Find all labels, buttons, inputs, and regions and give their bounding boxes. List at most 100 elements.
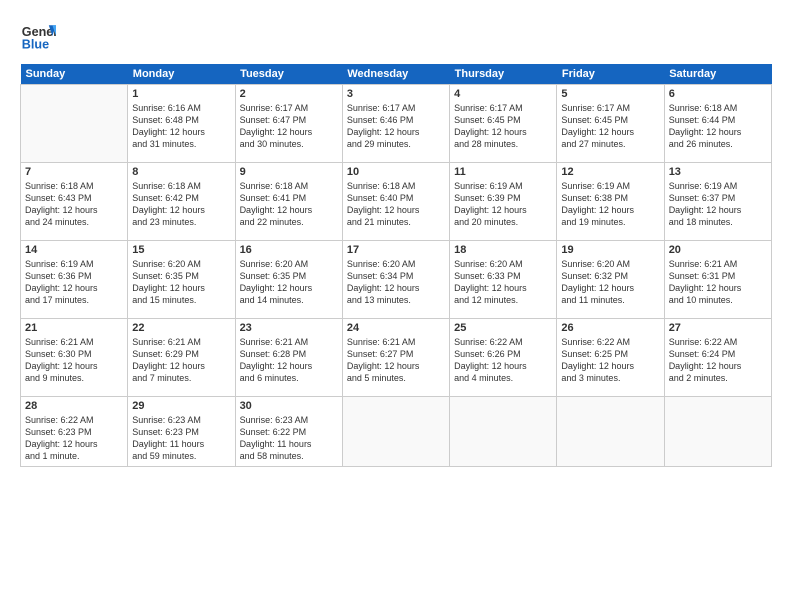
- cell-info: Sunrise: 6:18 AM Sunset: 6:44 PM Dayligh…: [669, 102, 767, 151]
- cell-info: Sunrise: 6:18 AM Sunset: 6:42 PM Dayligh…: [132, 180, 230, 229]
- day-number: 11: [454, 166, 552, 178]
- day-number: 12: [561, 166, 659, 178]
- day-number: 24: [347, 322, 445, 334]
- cell-info: Sunrise: 6:22 AM Sunset: 6:25 PM Dayligh…: [561, 336, 659, 385]
- calendar-cell: 14 Sunrise: 6:19 AM Sunset: 6:36 PM Dayli…: [21, 241, 128, 319]
- calendar-cell: 30 Sunrise: 6:23 AM Sunset: 6:22 PM Dayli…: [235, 397, 342, 467]
- calendar-cell: 13 Sunrise: 6:19 AM Sunset: 6:37 PM Dayli…: [664, 163, 771, 241]
- cell-info: Sunrise: 6:22 AM Sunset: 6:23 PM Dayligh…: [25, 414, 123, 463]
- calendar-week-5: 28 Sunrise: 6:22 AM Sunset: 6:23 PM Dayli…: [21, 397, 772, 467]
- calendar-cell: [557, 397, 664, 467]
- calendar-cell: 19 Sunrise: 6:20 AM Sunset: 6:32 PM Dayli…: [557, 241, 664, 319]
- day-number: 20: [669, 244, 767, 256]
- logo: General Blue: [20, 18, 56, 54]
- cell-info: Sunrise: 6:22 AM Sunset: 6:24 PM Dayligh…: [669, 336, 767, 385]
- cell-info: Sunrise: 6:16 AM Sunset: 6:48 PM Dayligh…: [132, 102, 230, 151]
- calendar-cell: 1 Sunrise: 6:16 AM Sunset: 6:48 PM Daylig…: [128, 85, 235, 163]
- day-header-saturday: Saturday: [664, 64, 771, 85]
- day-number: 15: [132, 244, 230, 256]
- calendar-cell: 3 Sunrise: 6:17 AM Sunset: 6:46 PM Daylig…: [342, 85, 449, 163]
- cell-info: Sunrise: 6:20 AM Sunset: 6:33 PM Dayligh…: [454, 258, 552, 307]
- cell-info: Sunrise: 6:18 AM Sunset: 6:43 PM Dayligh…: [25, 180, 123, 229]
- calendar-cell: 20 Sunrise: 6:21 AM Sunset: 6:31 PM Dayli…: [664, 241, 771, 319]
- day-number: 29: [132, 400, 230, 412]
- header: General Blue: [20, 18, 772, 54]
- day-number: 6: [669, 88, 767, 100]
- day-header-friday: Friday: [557, 64, 664, 85]
- calendar-cell: 25Sunrise: 6:22 AM Sunset: 6:26 PM Dayli…: [450, 319, 557, 397]
- cell-info: Sunrise: 6:19 AM Sunset: 6:39 PM Dayligh…: [454, 180, 552, 229]
- calendar-cell: 15 Sunrise: 6:20 AM Sunset: 6:35 PM Dayli…: [128, 241, 235, 319]
- cell-info: Sunrise: 6:21 AM Sunset: 6:28 PM Dayligh…: [240, 336, 338, 385]
- cell-info: Sunrise: 6:20 AM Sunset: 6:35 PM Dayligh…: [132, 258, 230, 307]
- calendar-cell: 17 Sunrise: 6:20 AM Sunset: 6:34 PM Dayli…: [342, 241, 449, 319]
- day-number: 1: [132, 88, 230, 100]
- calendar-cell: 2Sunrise: 6:17 AM Sunset: 6:47 PM Daylig…: [235, 85, 342, 163]
- day-number: 18: [454, 244, 552, 256]
- cell-info: Sunrise: 6:17 AM Sunset: 6:46 PM Dayligh…: [347, 102, 445, 151]
- cell-info: Sunrise: 6:21 AM Sunset: 6:30 PM Dayligh…: [25, 336, 123, 385]
- calendar-week-4: 21 Sunrise: 6:21 AM Sunset: 6:30 PM Dayli…: [21, 319, 772, 397]
- cell-info: Sunrise: 6:23 AM Sunset: 6:23 PM Dayligh…: [132, 414, 230, 463]
- calendar-cell: 27 Sunrise: 6:22 AM Sunset: 6:24 PM Dayli…: [664, 319, 771, 397]
- cell-info: Sunrise: 6:17 AM Sunset: 6:45 PM Dayligh…: [561, 102, 659, 151]
- day-header-sunday: Sunday: [21, 64, 128, 85]
- calendar-cell: 4 Sunrise: 6:17 AM Sunset: 6:45 PM Daylig…: [450, 85, 557, 163]
- cell-info: Sunrise: 6:21 AM Sunset: 6:27 PM Dayligh…: [347, 336, 445, 385]
- cell-info: Sunrise: 6:21 AM Sunset: 6:31 PM Dayligh…: [669, 258, 767, 307]
- cell-info: Sunrise: 6:20 AM Sunset: 6:34 PM Dayligh…: [347, 258, 445, 307]
- calendar-cell: 21 Sunrise: 6:21 AM Sunset: 6:30 PM Dayli…: [21, 319, 128, 397]
- day-number: 14: [25, 244, 123, 256]
- page: General Blue SundayMondayTuesdayWednesda…: [0, 0, 792, 612]
- calendar-table: SundayMondayTuesdayWednesdayThursdayFrid…: [20, 64, 772, 467]
- calendar-cell: 22 Sunrise: 6:21 AM Sunset: 6:29 PM Dayli…: [128, 319, 235, 397]
- calendar-cell: [664, 397, 771, 467]
- cell-info: Sunrise: 6:23 AM Sunset: 6:22 PM Dayligh…: [240, 414, 338, 463]
- day-header-monday: Monday: [128, 64, 235, 85]
- calendar-cell: 16Sunrise: 6:20 AM Sunset: 6:35 PM Dayli…: [235, 241, 342, 319]
- logo-icon: General Blue: [20, 18, 56, 54]
- calendar-cell: 10Sunrise: 6:18 AM Sunset: 6:40 PM Dayli…: [342, 163, 449, 241]
- day-number: 9: [240, 166, 338, 178]
- day-header-thursday: Thursday: [450, 64, 557, 85]
- calendar-cell: 7 Sunrise: 6:18 AM Sunset: 6:43 PM Daylig…: [21, 163, 128, 241]
- day-number: 21: [25, 322, 123, 334]
- svg-text:Blue: Blue: [22, 38, 49, 52]
- day-number: 25: [454, 322, 552, 334]
- cell-info: Sunrise: 6:18 AM Sunset: 6:41 PM Dayligh…: [240, 180, 338, 229]
- day-number: 19: [561, 244, 659, 256]
- day-number: 3: [347, 88, 445, 100]
- day-header-tuesday: Tuesday: [235, 64, 342, 85]
- calendar-cell: 11 Sunrise: 6:19 AM Sunset: 6:39 PM Dayli…: [450, 163, 557, 241]
- day-number: 5: [561, 88, 659, 100]
- calendar-cell: 28 Sunrise: 6:22 AM Sunset: 6:23 PM Dayli…: [21, 397, 128, 467]
- calendar-cell: 6 Sunrise: 6:18 AM Sunset: 6:44 PM Daylig…: [664, 85, 771, 163]
- day-header-wednesday: Wednesday: [342, 64, 449, 85]
- calendar-cell: [21, 85, 128, 163]
- calendar-week-3: 14 Sunrise: 6:19 AM Sunset: 6:36 PM Dayli…: [21, 241, 772, 319]
- day-number: 17: [347, 244, 445, 256]
- calendar-cell: 9 Sunrise: 6:18 AM Sunset: 6:41 PM Daylig…: [235, 163, 342, 241]
- cell-info: Sunrise: 6:19 AM Sunset: 6:37 PM Dayligh…: [669, 180, 767, 229]
- calendar-cell: 5 Sunrise: 6:17 AM Sunset: 6:45 PM Daylig…: [557, 85, 664, 163]
- calendar-cell: [450, 397, 557, 467]
- day-number: 28: [25, 400, 123, 412]
- day-number: 16: [240, 244, 338, 256]
- cell-info: Sunrise: 6:21 AM Sunset: 6:29 PM Dayligh…: [132, 336, 230, 385]
- day-number: 7: [25, 166, 123, 178]
- day-number: 13: [669, 166, 767, 178]
- cell-info: Sunrise: 6:17 AM Sunset: 6:45 PM Dayligh…: [454, 102, 552, 151]
- day-number: 4: [454, 88, 552, 100]
- cell-info: Sunrise: 6:20 AM Sunset: 6:32 PM Dayligh…: [561, 258, 659, 307]
- day-number: 30: [240, 400, 338, 412]
- calendar-week-1: 1 Sunrise: 6:16 AM Sunset: 6:48 PM Daylig…: [21, 85, 772, 163]
- day-number: 22: [132, 322, 230, 334]
- calendar-cell: 23Sunrise: 6:21 AM Sunset: 6:28 PM Dayli…: [235, 319, 342, 397]
- calendar-week-2: 7 Sunrise: 6:18 AM Sunset: 6:43 PM Daylig…: [21, 163, 772, 241]
- calendar-cell: 18 Sunrise: 6:20 AM Sunset: 6:33 PM Dayli…: [450, 241, 557, 319]
- calendar-cell: 29 Sunrise: 6:23 AM Sunset: 6:23 PM Dayli…: [128, 397, 235, 467]
- cell-info: Sunrise: 6:19 AM Sunset: 6:36 PM Dayligh…: [25, 258, 123, 307]
- calendar-cell: 26 Sunrise: 6:22 AM Sunset: 6:25 PM Dayli…: [557, 319, 664, 397]
- day-number: 26: [561, 322, 659, 334]
- day-number: 27: [669, 322, 767, 334]
